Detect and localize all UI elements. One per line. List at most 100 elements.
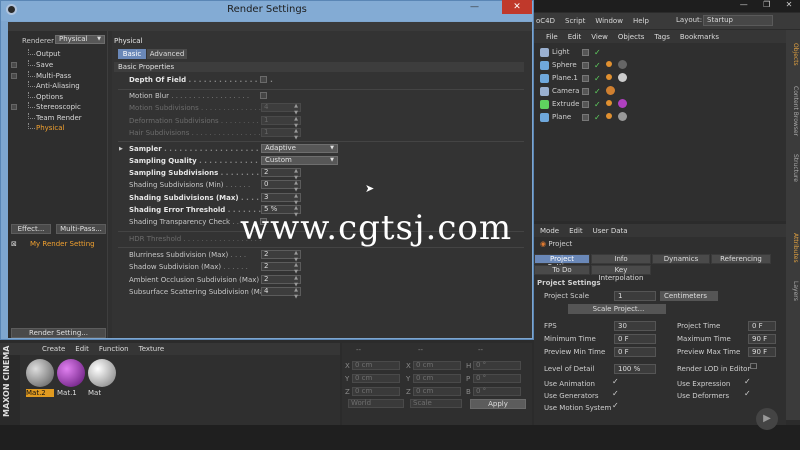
am-menu-edit[interactable]: Edit (569, 227, 583, 235)
shading-max-input[interactable]: 3 ▲ ▼ (261, 193, 301, 206)
pos-y-input[interactable]: 0 cm (352, 374, 400, 383)
mat-menu-texture[interactable]: Texture (139, 345, 165, 353)
object-row-extrude[interactable]: Extrude ✓ (534, 98, 786, 110)
layout-select[interactable]: Startup (703, 15, 773, 26)
material-swatch[interactable] (26, 359, 54, 387)
close-icon[interactable]: ✕ (502, 0, 532, 14)
visibility-toggle[interactable] (582, 100, 589, 108)
pos-x-input[interactable]: 0 cm (352, 361, 400, 370)
apply-button[interactable]: Apply (470, 399, 526, 409)
phong-tag-icon[interactable] (606, 61, 612, 67)
tab-structure[interactable]: Structure (787, 148, 799, 188)
window-grip[interactable] (8, 22, 532, 31)
size-z-input[interactable]: 0 cm (413, 387, 461, 396)
tab-referencing[interactable]: Referencing (711, 254, 771, 264)
material-tag-icon[interactable] (618, 112, 627, 121)
am-menu-user-data[interactable]: User Data (593, 227, 628, 235)
motion-blur-checkbox[interactable] (260, 92, 267, 99)
shadow-subdiv-input[interactable]: 2 ▲ ▼ (261, 262, 301, 275)
pos-z-input[interactable]: 0 cm (352, 387, 400, 396)
object-row-light[interactable]: Light ✓ (534, 46, 786, 58)
object-row-plane[interactable]: Plane ✓ (534, 111, 786, 123)
size-y-input[interactable]: 0 cm (413, 374, 461, 383)
am-menu-mode[interactable]: Mode (540, 227, 559, 235)
visibility-toggle[interactable] (582, 113, 589, 121)
tab-project-settings[interactable]: Project Settings (534, 254, 590, 271)
use-deformers-checkbox[interactable]: ✓ (744, 389, 751, 398)
use-motion-checkbox[interactable]: ✓ (612, 401, 619, 410)
tab-basic[interactable]: Basic (118, 49, 146, 59)
render-setting-button[interactable]: Render Setting... (11, 328, 106, 338)
om-menu-view[interactable]: View (591, 33, 608, 41)
sampler-select[interactable]: Adaptive ▼ (261, 144, 338, 153)
object-row-camera[interactable]: Camera ✓ (534, 85, 786, 97)
material-tag-icon[interactable] (618, 60, 627, 69)
use-animation-checkbox[interactable]: ✓ (612, 377, 619, 386)
visibility-toggle[interactable] (582, 61, 589, 69)
use-generators-checkbox[interactable]: ✓ (612, 389, 619, 398)
tab-objects[interactable]: Objects (787, 34, 799, 74)
max-time-input[interactable]: 90 F (748, 334, 776, 344)
om-menu-edit[interactable]: Edit (568, 33, 582, 41)
mat-menu-edit[interactable]: Edit (75, 345, 89, 353)
enable-checkbox[interactable] (11, 73, 17, 79)
my-render-setting[interactable]: My Render Setting (30, 240, 95, 248)
tree-item-anti-aliasing[interactable]: Anti-Aliasing (8, 81, 106, 91)
render-lod-checkbox[interactable]: ☐ (750, 362, 757, 371)
tree-item-output[interactable]: Output (8, 49, 106, 59)
min-time-input[interactable]: 0 F (614, 334, 656, 344)
tab-content-browser[interactable]: Content Browser (787, 80, 799, 142)
world-select[interactable]: World (348, 399, 404, 408)
ao-subdiv-input[interactable]: 2 ▲ ▼ (261, 275, 301, 288)
blurriness-input[interactable]: 2 ▲ ▼ (261, 250, 301, 263)
sampling-quality-select[interactable]: Custom ▼ (261, 156, 338, 165)
preview-min-input[interactable]: 0 F (614, 347, 656, 357)
enabled-check-icon[interactable]: ✓ (594, 100, 601, 109)
mat-menu-create[interactable]: Create (42, 345, 65, 353)
menu-item-window[interactable]: Window (595, 17, 623, 25)
effect-button[interactable]: Effect... (11, 224, 51, 234)
tab-info[interactable]: Info (591, 254, 651, 264)
scale-unit-select[interactable]: Centimeters (660, 291, 718, 301)
project-time-input[interactable]: 0 F (748, 321, 776, 331)
use-expression-checkbox[interactable]: ✓ (744, 377, 751, 386)
minimize-icon[interactable]: — (740, 0, 748, 12)
renderer-select[interactable]: Physical ▼ (55, 35, 105, 44)
visibility-toggle[interactable] (582, 87, 589, 95)
om-menu-tags[interactable]: Tags (654, 33, 670, 41)
tree-item-physical[interactable]: Physical (8, 123, 106, 133)
minimize-icon[interactable]: — (470, 2, 479, 12)
om-menu-bookmarks[interactable]: Bookmarks (680, 33, 719, 41)
tree-item-team-render[interactable]: Team Render (8, 113, 106, 123)
deform-subdiv-input[interactable]: 1 ▲ ▼ (261, 116, 301, 129)
lod-input[interactable]: 100 % (614, 364, 656, 374)
tab-key-interpolation[interactable]: Key Interpolation (591, 265, 651, 282)
play-icon[interactable]: ▶ (756, 408, 778, 430)
sss-subdiv-input[interactable]: 4 ▲ ▼ (261, 287, 301, 300)
sampling-subdiv-input[interactable]: 2 ▲ ▼ (261, 168, 301, 181)
tab-to-do[interactable]: To Do (534, 265, 590, 275)
tab-attributes[interactable]: Attributes (787, 226, 799, 270)
size-x-input[interactable]: 0 cm (413, 361, 461, 370)
menu-item-help[interactable]: Help (633, 17, 649, 25)
tree-item-multi-pass[interactable]: Multi-Pass (8, 71, 106, 81)
tab-advanced[interactable]: Advanced (147, 49, 187, 59)
preview-max-input[interactable]: 90 F (748, 347, 776, 357)
material-tag-icon[interactable] (618, 73, 627, 82)
multi-pass-button[interactable]: Multi-Pass... (56, 224, 106, 234)
hair-subdiv-input[interactable]: 1 ▲ ▼ (261, 128, 301, 141)
phong-tag-icon[interactable] (606, 113, 612, 119)
material-swatch[interactable] (57, 359, 85, 387)
expand-arrow-icon[interactable]: ▶ (119, 146, 123, 152)
enabled-check-icon[interactable]: ✓ (594, 87, 601, 96)
material-swatch[interactable] (88, 359, 116, 387)
target-tag-icon[interactable] (606, 86, 615, 95)
restore-icon[interactable]: ❐ (763, 0, 770, 12)
tab-dynamics[interactable]: Dynamics (652, 254, 710, 264)
tree-item-stereoscopic[interactable]: Stereoscopic (8, 102, 106, 112)
rot-b-input[interactable]: 0 ° (473, 387, 521, 396)
material-tag-icon[interactable] (618, 99, 627, 108)
object-row-sphere[interactable]: Sphere ✓ (534, 59, 786, 71)
visibility-toggle[interactable] (582, 48, 589, 56)
phong-tag-icon[interactable] (606, 74, 612, 80)
